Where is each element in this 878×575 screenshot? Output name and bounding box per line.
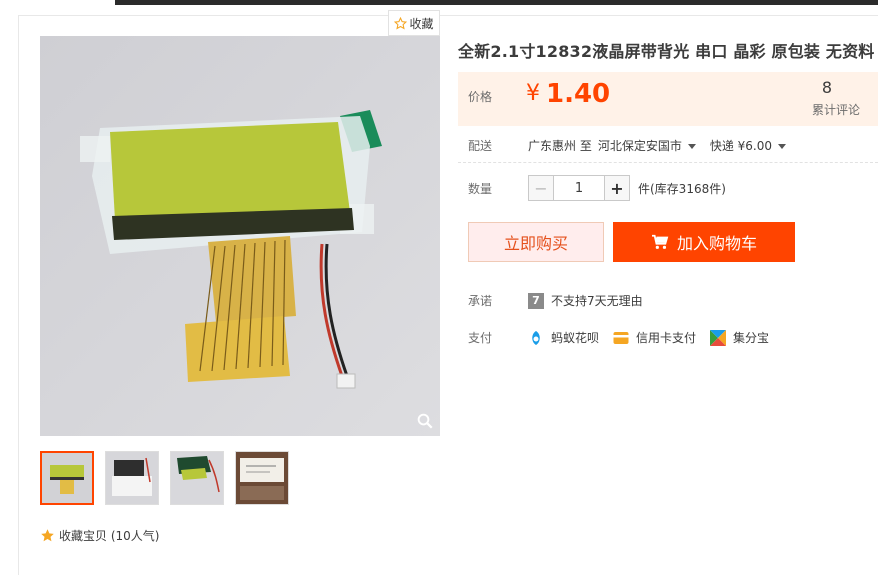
thumbnail-4[interactable] [235, 451, 289, 505]
top-bar [115, 0, 878, 5]
product-title: 全新2.1寸12832液晶屏带背光 串口 晶彩 原包装 无资料 [458, 42, 875, 61]
price-label: 价格 [468, 90, 493, 104]
delivery-method-text: 快递 ¥6.00 [709, 139, 773, 153]
delivery-row: 配送 广东惠州 至 河北保定安国市 快递 ¥6.00 [468, 137, 787, 154]
review-label[interactable]: 累计评论 [812, 101, 860, 118]
promise-text: 不支持7天无理由 [551, 294, 643, 308]
delivery-from: 广东惠州 至 [528, 139, 592, 153]
price-currency: ¥ [526, 81, 540, 106]
chevron-down-icon [687, 144, 696, 149]
payment-method-jifenbao[interactable]: 集分宝 [710, 329, 769, 346]
payment-label: 支付 [468, 331, 493, 345]
jifenbao-icon [710, 329, 727, 346]
thumbnail-1[interactable] [40, 451, 94, 505]
payment-method-label: 集分宝 [733, 331, 770, 345]
quantity-row: 数量 − 1 + 件(库存3168件) [468, 175, 726, 201]
buy-now-button[interactable]: 立即购买 [468, 222, 604, 262]
quantity-input[interactable]: 1 [554, 175, 604, 201]
quantity-stepper: − 1 + [528, 175, 630, 201]
payment-method-label: 蚂蚁花呗 [551, 331, 600, 345]
add-to-cart-button[interactable]: 加入购物车 [613, 222, 795, 262]
stock-text: 件(库存3168件) [638, 181, 726, 196]
main-product-image[interactable] [40, 36, 440, 436]
quantity-label: 数量 [468, 181, 493, 196]
thumbnail-3[interactable] [170, 451, 224, 505]
favorite-button[interactable]: 收藏 [388, 10, 440, 36]
promise-label: 承诺 [468, 294, 493, 308]
promise-row: 承诺 7 不支持7天无理由 [468, 292, 643, 309]
seven-day-icon: 7 [528, 292, 544, 309]
credit-card-icon [613, 330, 629, 346]
price-box: 价格 ¥ 1.40 8 累计评论 [458, 72, 878, 126]
quantity-increase-button[interactable]: + [604, 175, 630, 201]
delivery-method[interactable]: 快递 ¥6.00 [709, 137, 787, 154]
delivery-destination-text: 河北保定安国市 [597, 139, 682, 153]
delivery-label: 配送 [468, 139, 493, 153]
favorite-item-label: 收藏宝贝 (10人气) [59, 529, 160, 543]
payment-row: 支付 蚂蚁花呗 信用卡支付 集分宝 [468, 329, 783, 346]
star-filled-icon [41, 529, 54, 542]
price-value: 1.40 [546, 79, 611, 109]
thumbnail-strip [40, 451, 289, 505]
quantity-decrease-button[interactable]: − [528, 175, 554, 201]
chevron-down-icon [778, 144, 787, 149]
star-outline-icon [394, 16, 408, 29]
payment-method-label: 信用卡支付 [636, 331, 697, 345]
divider [458, 162, 878, 163]
add-to-cart-label: 加入购物车 [676, 234, 757, 253]
cart-icon [651, 234, 669, 249]
favorite-item-button[interactable]: 收藏宝贝 (10人气) [40, 527, 159, 544]
favorite-label: 收藏 [409, 16, 434, 31]
payment-method-huabei[interactable]: 蚂蚁花呗 [528, 329, 599, 346]
zoom-icon[interactable] [416, 412, 434, 430]
payment-method-credit-card[interactable]: 信用卡支付 [613, 329, 696, 346]
review-count[interactable]: 8 [812, 78, 842, 97]
delivery-destination[interactable]: 河北保定安国市 [598, 137, 696, 154]
thumbnail-2[interactable] [105, 451, 159, 505]
huabei-icon [528, 330, 544, 346]
